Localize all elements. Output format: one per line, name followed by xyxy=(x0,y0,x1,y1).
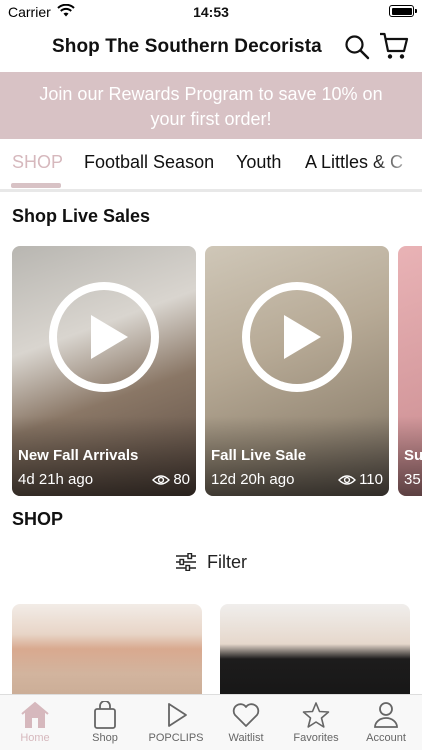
play-icon xyxy=(168,703,187,727)
home-icon xyxy=(21,701,49,728)
product-card[interactable] xyxy=(220,604,410,704)
nav-favorites[interactable]: Favorites xyxy=(281,701,351,744)
live-sale-card[interactable]: Fall Live Sale 12d 20h ago 110 xyxy=(205,246,389,496)
live-sale-title: Fall Live Sale xyxy=(211,447,307,464)
search-button[interactable] xyxy=(344,34,370,60)
live-sale-views: 80 xyxy=(152,471,190,488)
tab-youth[interactable]: Youth xyxy=(236,152,281,173)
tab-shop[interactable]: SHOP xyxy=(12,152,63,173)
live-sale-card[interactable]: New Fall Arrivals 4d 21h ago 80 xyxy=(12,246,196,496)
nav-label: POPCLIPS xyxy=(148,732,204,744)
live-sale-time: 35 xyxy=(404,471,421,488)
live-sales-title: Shop Live Sales xyxy=(12,206,151,226)
filter-icon xyxy=(176,553,196,571)
product-card[interactable] xyxy=(12,604,202,704)
live-sale-title: New Fall Arrivals xyxy=(18,447,139,464)
nav-account[interactable]: Account xyxy=(351,701,421,744)
app-header: Shop The Southern Decorista xyxy=(0,24,422,72)
view-count: 80 xyxy=(173,471,190,488)
filter-button[interactable]: Filter xyxy=(0,550,422,574)
nav-label: Shop xyxy=(92,732,118,744)
bottom-nav: Home Shop POPCLIPS Waitlist Favorites Ac… xyxy=(0,694,422,750)
star-icon xyxy=(302,702,330,728)
tab-football-season[interactable]: Football Season xyxy=(84,152,214,173)
tab-divider xyxy=(0,189,422,192)
nav-label: Favorites xyxy=(293,732,339,744)
play-icon[interactable] xyxy=(240,280,354,394)
live-sale-title: Su xyxy=(404,447,422,464)
view-count: 110 xyxy=(359,471,383,488)
eye-icon xyxy=(338,474,357,485)
tab-fade xyxy=(372,143,422,183)
search-icon xyxy=(345,35,370,60)
live-sale-time: 12d 20h ago xyxy=(211,471,295,488)
tab-indicator xyxy=(11,183,61,188)
play-icon[interactable] xyxy=(47,280,161,394)
battery-icon xyxy=(389,5,417,17)
filter-label: Filter xyxy=(207,551,247,572)
live-sale-views: 110 xyxy=(338,471,383,488)
nav-label: Account xyxy=(366,732,406,744)
eye-icon xyxy=(152,474,171,485)
rewards-banner[interactable]: Join our Rewards Program to save 10% on … xyxy=(0,72,422,139)
nav-label: Waitlist xyxy=(228,732,264,744)
bag-icon xyxy=(94,701,116,729)
nav-shop[interactable]: Shop xyxy=(70,701,140,744)
category-tabs: SHOP Football Season Youth A Littles & C xyxy=(0,143,422,191)
person-icon xyxy=(374,702,398,728)
page-title: Shop The Southern Decorista xyxy=(52,36,322,57)
live-sale-time: 4d 21h ago xyxy=(18,471,94,488)
status-bar: Carrier 14:53 xyxy=(0,0,422,24)
cart-button[interactable] xyxy=(379,32,409,60)
shop-section-title: SHOP xyxy=(12,509,64,529)
rewards-banner-text: Join our Rewards Program to save 10% on … xyxy=(39,84,383,129)
nav-popclips[interactable]: POPCLIPS xyxy=(141,701,211,744)
heart-icon xyxy=(232,703,260,727)
clock: 14:53 xyxy=(193,4,229,20)
nav-label: Home xyxy=(20,732,50,744)
cart-icon xyxy=(380,32,409,59)
nav-home[interactable]: Home xyxy=(0,701,70,744)
nav-waitlist[interactable]: Waitlist xyxy=(211,701,281,744)
live-sale-card[interactable]: Su 35 xyxy=(398,246,422,496)
